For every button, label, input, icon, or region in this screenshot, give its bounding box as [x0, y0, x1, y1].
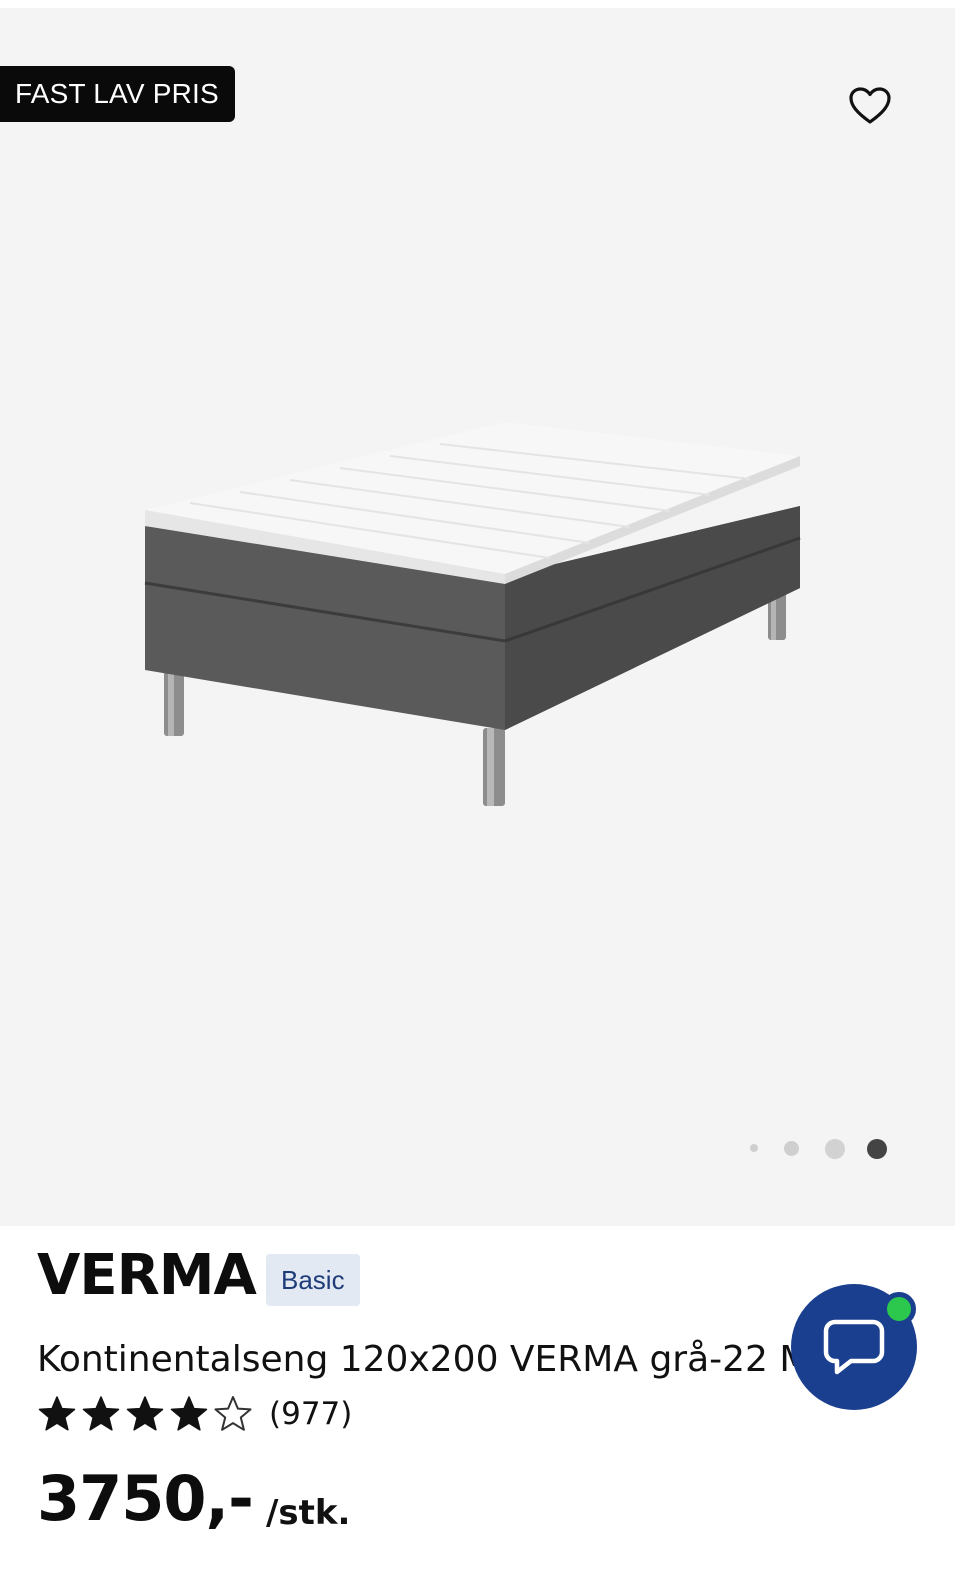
carousel-pagination[interactable] [740, 1136, 890, 1160]
brand-name: VERMA [37, 1243, 257, 1308]
heart-outline-icon [849, 87, 891, 124]
star-filled-icon [38, 1396, 76, 1431]
online-status-dot [882, 1292, 916, 1326]
price: 3750,- [37, 1462, 254, 1535]
bed-product-image [144, 422, 801, 806]
price-badge: FAST LAV PRIS [0, 66, 235, 122]
star-filled-icon [82, 1396, 120, 1431]
product-tier-tag: Basic [266, 1254, 360, 1306]
product-title[interactable]: Kontinentalseng 120x200 VERMA grå-22 M [37, 1338, 797, 1381]
review-count[interactable]: (977) [269, 1396, 352, 1432]
product-image-gallery[interactable]: FAST LAV PRIS [0, 8, 955, 1226]
star-rating [37, 1394, 253, 1434]
carousel-dot[interactable] [784, 1141, 799, 1156]
rating[interactable]: (977) [37, 1394, 352, 1434]
price-unit: /stk. [266, 1493, 351, 1533]
star-empty-icon [214, 1396, 252, 1431]
star-filled-icon [170, 1396, 208, 1431]
carousel-dot[interactable] [825, 1139, 845, 1159]
carousel-dot-active[interactable] [867, 1139, 887, 1159]
star-filled-icon [126, 1396, 164, 1431]
chat-bubble-icon [823, 1319, 885, 1375]
favorite-button[interactable] [846, 82, 894, 130]
product-page: FAST LAV PRIS VERMA Basic Kontinentalsen… [0, 0, 960, 1596]
carousel-dot[interactable] [750, 1144, 758, 1152]
